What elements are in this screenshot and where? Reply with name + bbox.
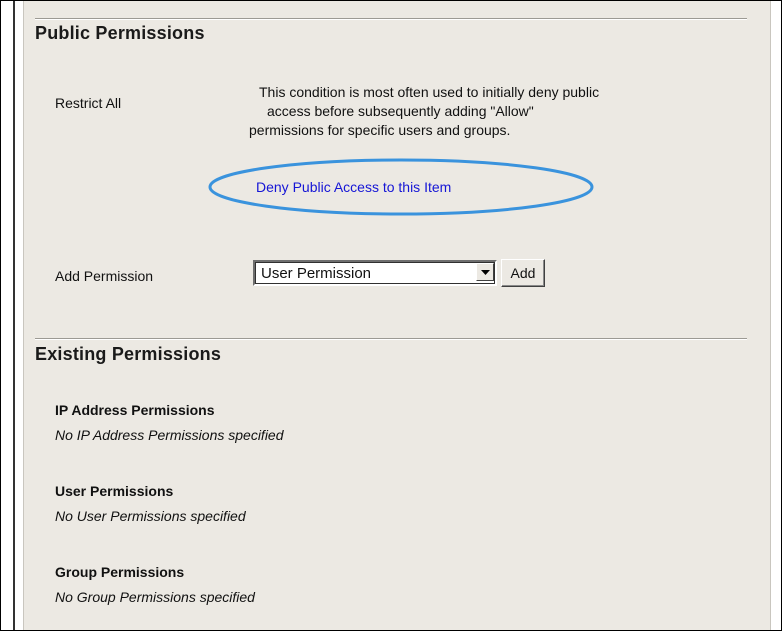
description-line: access before subsequently adding "Allow…	[267, 103, 534, 119]
description-line: This condition is most often used to ini…	[259, 84, 600, 100]
restrict-all-label: Restrict All	[55, 95, 122, 111]
deny-public-access-link[interactable]: Deny Public Access to this Item	[256, 179, 451, 195]
existing-permissions-title: Existing Permissions	[35, 344, 222, 364]
user-permissions-empty: No User Permissions specified	[55, 508, 246, 524]
add-permission-button[interactable]: Add	[501, 259, 545, 287]
left-border	[13, 1, 15, 630]
top-divider	[35, 18, 747, 20]
restrict-all-description: This condition is most often used to ini…	[245, 83, 745, 140]
chevron-down-icon	[480, 269, 490, 275]
description-line: permissions for specific users and group…	[249, 122, 511, 138]
permission-type-select[interactable]: User Permission	[253, 260, 497, 286]
group-permissions-empty: No Group Permissions specified	[55, 589, 255, 605]
existing-divider	[35, 338, 747, 340]
ip-address-permissions-title: IP Address Permissions	[55, 402, 215, 418]
add-permission-label: Add Permission	[55, 268, 154, 284]
window-frame: Public Permissions Restrict All This con…	[0, 0, 782, 631]
ip-address-permissions-empty: No IP Address Permissions specified	[55, 427, 284, 443]
public-permissions-title: Public Permissions	[35, 23, 205, 43]
group-permissions-title: Group Permissions	[55, 564, 185, 580]
dropdown-arrow-button[interactable]	[476, 263, 494, 281]
permission-type-value: User Permission	[261, 265, 372, 282]
user-permissions-title: User Permissions	[55, 483, 174, 499]
